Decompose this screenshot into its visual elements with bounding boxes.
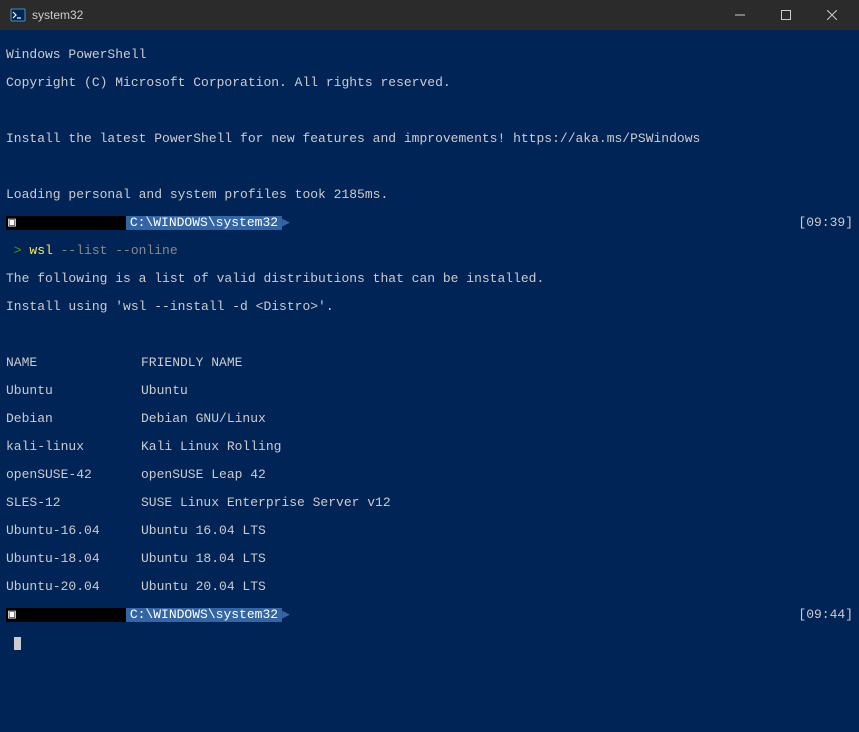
- cursor: [14, 637, 21, 650]
- prompt-glyph: ▣: [6, 608, 18, 622]
- prompt-user-redacted: [18, 608, 126, 622]
- distro-row: kali-linuxKali Linux Rolling: [6, 440, 853, 454]
- prompt-line-2: ▣ C:\WINDOWS\system32▶ [09:44]: [6, 608, 853, 622]
- distro-header: NAMEFRIENDLY NAME: [6, 356, 853, 370]
- cmd-name: wsl: [29, 244, 52, 258]
- copyright-line: Copyright (C) Microsoft Corporation. All…: [6, 76, 853, 90]
- output-line: The following is a list of valid distrib…: [6, 272, 853, 286]
- window-titlebar: system32: [0, 0, 859, 30]
- command-line: > wsl --list --online: [6, 244, 853, 258]
- timestamp: [09:39]: [798, 216, 853, 230]
- profiles-msg: Loading personal and system profiles too…: [6, 188, 853, 202]
- distro-row: Ubuntu-16.04Ubuntu 16.04 LTS: [6, 524, 853, 538]
- powershell-icon: [10, 7, 26, 23]
- window-title: system32: [32, 8, 717, 22]
- distro-row: SLES-12SUSE Linux Enterprise Server v12: [6, 496, 853, 510]
- install-msg: Install the latest PowerShell for new fe…: [6, 132, 853, 146]
- minimize-button[interactable]: [717, 0, 763, 30]
- distro-row: UbuntuUbuntu: [6, 384, 853, 398]
- terminal-area[interactable]: Windows PowerShell Copyright (C) Microso…: [0, 30, 859, 732]
- window-controls: [717, 0, 855, 30]
- distro-row: DebianDebian GNU/Linux: [6, 412, 853, 426]
- prompt-user-redacted: [18, 216, 126, 230]
- prompt-path: C:\WINDOWS\system32: [126, 608, 282, 622]
- cmd-args: --list --online: [53, 244, 178, 258]
- distro-row: openSUSE-42openSUSE Leap 42: [6, 468, 853, 482]
- prompt-line-1: ▣ C:\WINDOWS\system32▶ [09:39]: [6, 216, 853, 230]
- close-button[interactable]: [809, 0, 855, 30]
- prompt-glyph: ▣: [6, 216, 18, 230]
- maximize-button[interactable]: [763, 0, 809, 30]
- timestamp: [09:44]: [798, 608, 853, 622]
- distro-row: Ubuntu-18.04Ubuntu 18.04 LTS: [6, 552, 853, 566]
- cursor-line: [6, 636, 853, 650]
- output-line: Install using 'wsl --install -d <Distro>…: [6, 300, 853, 314]
- prompt-path: C:\WINDOWS\system32: [126, 216, 282, 230]
- distro-row: Ubuntu-20.04Ubuntu 20.04 LTS: [6, 580, 853, 594]
- header-line: Windows PowerShell: [6, 48, 853, 62]
- cmd-caret: >: [6, 244, 29, 258]
